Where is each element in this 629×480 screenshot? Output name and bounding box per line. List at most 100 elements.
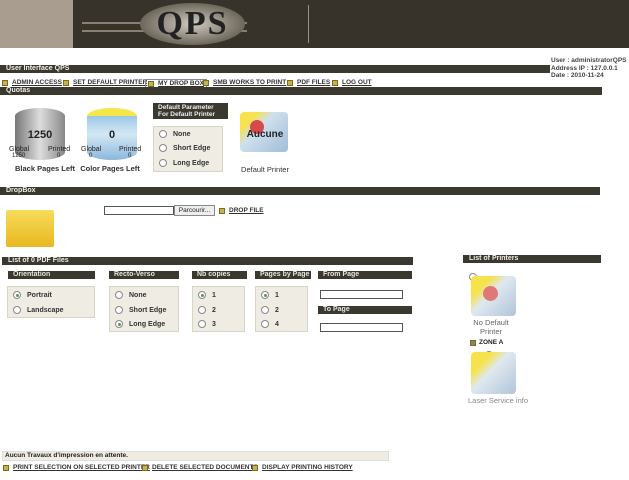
qps-logo: QPS (140, 3, 245, 45)
radio-icon[interactable] (198, 291, 206, 299)
copies-header: Nb copies (192, 271, 247, 279)
quotas-bar: Quotas (0, 87, 602, 95)
copies-options: 1 2 3 (192, 286, 245, 332)
bullet-icon (219, 207, 225, 214)
recto-none[interactable]: None (115, 291, 147, 299)
radio-icon[interactable] (115, 320, 123, 328)
color-printed-label: Printed (119, 146, 142, 153)
bullet-icon (287, 79, 293, 86)
orientation-header: Orientation (8, 271, 95, 279)
bullet-icon (3, 464, 9, 471)
default-printer-overlay: Aucune (246, 129, 284, 140)
orientation-portrait[interactable]: Portrait (13, 291, 52, 299)
nav-label: MY DROP BOX (158, 80, 204, 87)
user-info: User : administratorQPS Address IP : 127… (551, 57, 627, 80)
pages-1[interactable]: 1 (261, 291, 279, 299)
pdf-files-bar: List of 0 PDF Files (2, 257, 413, 265)
bullet-icon (142, 464, 148, 471)
black-quota-value: 1250 (27, 129, 53, 141)
header-banner: QPS (0, 0, 629, 48)
option-label: Short Edge (129, 306, 167, 314)
default-param-title: Default Parameter (158, 104, 214, 111)
radio-icon[interactable] (261, 291, 269, 299)
black-printed-label: Printed (48, 146, 71, 153)
printing-history-link[interactable]: DISPLAY PRINTING HISTORY (252, 464, 353, 471)
bullet-icon (332, 79, 338, 86)
copies-1[interactable]: 1 (198, 291, 216, 299)
default-param-none[interactable]: None (159, 130, 191, 138)
recto-verso-options: None Short Edge Long Edge (109, 286, 179, 332)
nav-pdf-files[interactable]: PDF FILES (287, 79, 330, 86)
action-label: PRINT SELECTION ON SELECTED PRINTER (13, 464, 150, 471)
option-label: Long Edge (129, 320, 166, 328)
print-selection-link[interactable]: PRINT SELECTION ON SELECTED PRINTER (3, 464, 150, 471)
from-page-input[interactable] (320, 290, 403, 299)
to-page-header: To Page (318, 306, 412, 314)
default-param-short-edge[interactable]: Short Edge (159, 144, 210, 152)
copies-2[interactable]: 2 (198, 306, 216, 314)
nav-label: LOG OUT (342, 79, 372, 86)
pages-by-page-header: Pages by Page (255, 271, 311, 279)
radio-icon[interactable] (159, 144, 167, 152)
nav-admin-access[interactable]: ADMIN ACCESS (2, 79, 62, 86)
radio-icon[interactable] (198, 306, 206, 314)
option-label: None (129, 291, 147, 299)
file-input[interactable] (104, 206, 174, 215)
nav-label: SMB WORKS TO PRINT (213, 79, 287, 86)
option-label: Long Edge (173, 159, 210, 167)
pages-2[interactable]: 2 (261, 306, 279, 314)
banner-left-block (0, 0, 73, 48)
bullet-icon (2, 79, 8, 86)
option-label: None (173, 130, 191, 138)
action-label: DELETE SELECTED DOCUMENTS (152, 464, 258, 471)
ip-address: Address IP : 127.0.0.1 (551, 64, 618, 72)
browse-button[interactable]: Parcourir... (174, 205, 215, 216)
radio-icon[interactable] (13, 306, 21, 314)
color-global-label: Global (81, 146, 102, 153)
pages-4[interactable]: 4 (261, 320, 279, 328)
radio-icon[interactable] (115, 291, 123, 299)
option-label: Short Edge (173, 144, 211, 152)
nav-label: SET DEFAULT PRINTER (73, 79, 148, 86)
nav-log-out[interactable]: LOG OUT (332, 79, 372, 86)
nav-set-default-printer[interactable]: SET DEFAULT PRINTER (63, 79, 147, 86)
recto-short-edge[interactable]: Short Edge (115, 306, 166, 314)
banner-divider (308, 5, 309, 43)
job-status: Aucun Travaux d'impression en attente. (2, 451, 389, 461)
recto-verso-header: Recto-Verso (109, 271, 179, 279)
radio-icon[interactable] (261, 306, 269, 314)
no-entry-icon (483, 286, 498, 301)
zone-name: ZONE A (479, 339, 504, 346)
radio-icon[interactable] (159, 130, 167, 138)
option-label: 2 (275, 306, 279, 314)
color-pages-left-label: Color Pages Left (80, 164, 140, 173)
pages-by-page-options: 1 2 4 (255, 286, 308, 332)
black-printed-value: 0 (57, 153, 61, 159)
laser-printer-icon (471, 352, 516, 394)
default-printer-label: Default Printer (241, 165, 289, 174)
option-label: 2 (212, 306, 216, 314)
radio-icon[interactable] (261, 320, 269, 328)
black-global-label: Global (9, 146, 30, 153)
drop-file-link[interactable]: DROP FILE (219, 207, 264, 214)
delete-documents-link[interactable]: DELETE SELECTED DOCUMENTS (142, 464, 258, 471)
option-label: 3 (212, 320, 216, 328)
default-param-long-edge[interactable]: Long Edge (159, 159, 209, 167)
radio-icon[interactable] (115, 306, 123, 314)
no-default-printer-label: No Default Printer (473, 318, 509, 336)
option-label: 4 (275, 320, 279, 328)
nav-label: PDF FILES (297, 79, 331, 86)
option-label: 1 (275, 291, 279, 299)
radio-icon[interactable] (13, 291, 21, 299)
black-global-value: 1250 (12, 153, 26, 159)
nav-smb-works[interactable]: SMB WORKS TO PRINT (203, 79, 286, 86)
to-page-input[interactable] (320, 323, 403, 332)
recto-long-edge[interactable]: Long Edge (115, 320, 165, 328)
copies-3[interactable]: 3 (198, 320, 216, 328)
date: Date : 2010-11-24 (551, 72, 604, 79)
orientation-landscape[interactable]: Landscape (13, 306, 64, 314)
color-printed-value: 0 (128, 153, 132, 159)
nav-label: ADMIN ACCESS (12, 79, 62, 86)
radio-icon[interactable] (198, 320, 206, 328)
radio-icon[interactable] (159, 159, 167, 167)
